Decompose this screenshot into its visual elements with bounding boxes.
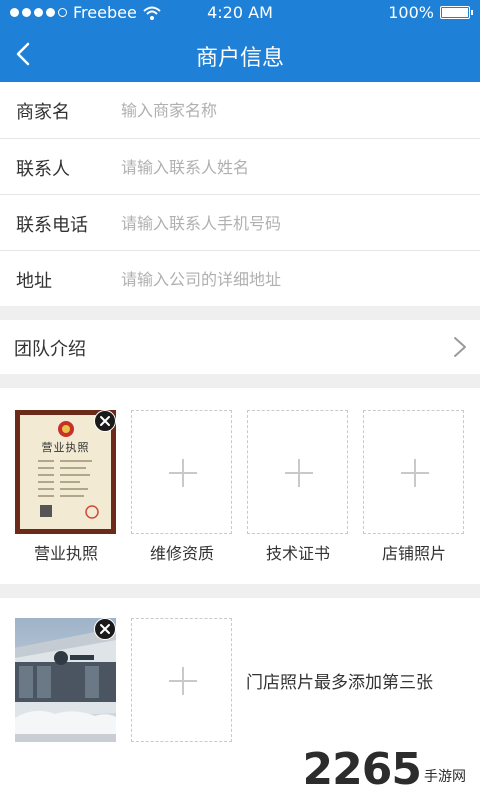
watermark-suffix: 手游网	[424, 769, 466, 785]
business-license-thumbnail[interactable]: 营业执照	[15, 410, 116, 534]
contact-phone-label: 联系电话	[16, 215, 88, 236]
merchant-name-label: 商家名	[16, 102, 70, 123]
nav-bar: 商户信息	[0, 26, 480, 82]
section-gap	[0, 584, 480, 598]
shop-photo-caption: 店铺照片	[381, 544, 446, 563]
store-photo-hint: 门店照片最多添加第三张	[246, 673, 433, 693]
national-emblem-icon	[58, 421, 74, 437]
plus-icon	[401, 459, 429, 487]
merchant-name-row: 商家名	[0, 82, 480, 138]
plus-icon	[169, 459, 197, 487]
merchant-name-input[interactable]	[121, 96, 461, 124]
watermark-number: 2265	[302, 744, 422, 795]
license-text-lines	[38, 460, 99, 519]
status-right: 100%	[388, 3, 473, 22]
remove-store-photo-button[interactable]	[94, 618, 116, 640]
address-label: 地址	[16, 271, 52, 292]
chevron-right-icon	[454, 337, 466, 357]
add-repair-qualification-button[interactable]	[131, 410, 232, 534]
contact-person-label: 联系人	[16, 159, 70, 180]
add-store-photo-button[interactable]	[131, 618, 232, 742]
site-watermark: 2265 手游网	[303, 746, 466, 794]
contact-phone-row: 联系电话	[0, 195, 480, 251]
battery-icon	[440, 6, 473, 19]
team-intro-label: 团队介绍	[14, 339, 86, 360]
store-photo-thumbnail[interactable]	[15, 618, 116, 742]
plus-icon	[285, 459, 313, 487]
add-shop-photo-button[interactable]	[363, 410, 464, 534]
add-technical-certificate-button[interactable]	[247, 410, 348, 534]
section-gap	[0, 374, 480, 388]
technical-certificate-caption: 技术证书	[265, 544, 330, 563]
repair-qualification-caption: 维修资质	[149, 544, 214, 563]
battery-percent: 100%	[388, 3, 434, 22]
plus-icon	[169, 667, 197, 695]
business-license-caption: 营业执照	[33, 544, 98, 563]
close-icon	[100, 416, 110, 426]
status-bar: Freebee 4:20 AM 100%	[0, 0, 480, 26]
remove-license-button[interactable]	[94, 410, 116, 432]
store-photos-section: 门店照片最多添加第三张	[0, 598, 480, 758]
certificate-uploads: 营业执照 营业执照 维修资质 技术证书 店铺照片	[0, 388, 480, 584]
close-icon	[100, 624, 110, 634]
page-title: 商户信息	[195, 46, 284, 71]
team-intro-row[interactable]: 团队介绍	[0, 320, 480, 374]
address-input[interactable]	[121, 265, 461, 293]
license-heading: 营业执照	[41, 441, 90, 454]
contact-person-row: 联系人	[0, 139, 480, 195]
section-gap	[0, 306, 480, 320]
address-row: 地址	[0, 251, 480, 307]
contact-person-input[interactable]	[121, 153, 461, 181]
contact-phone-input[interactable]	[121, 209, 461, 237]
